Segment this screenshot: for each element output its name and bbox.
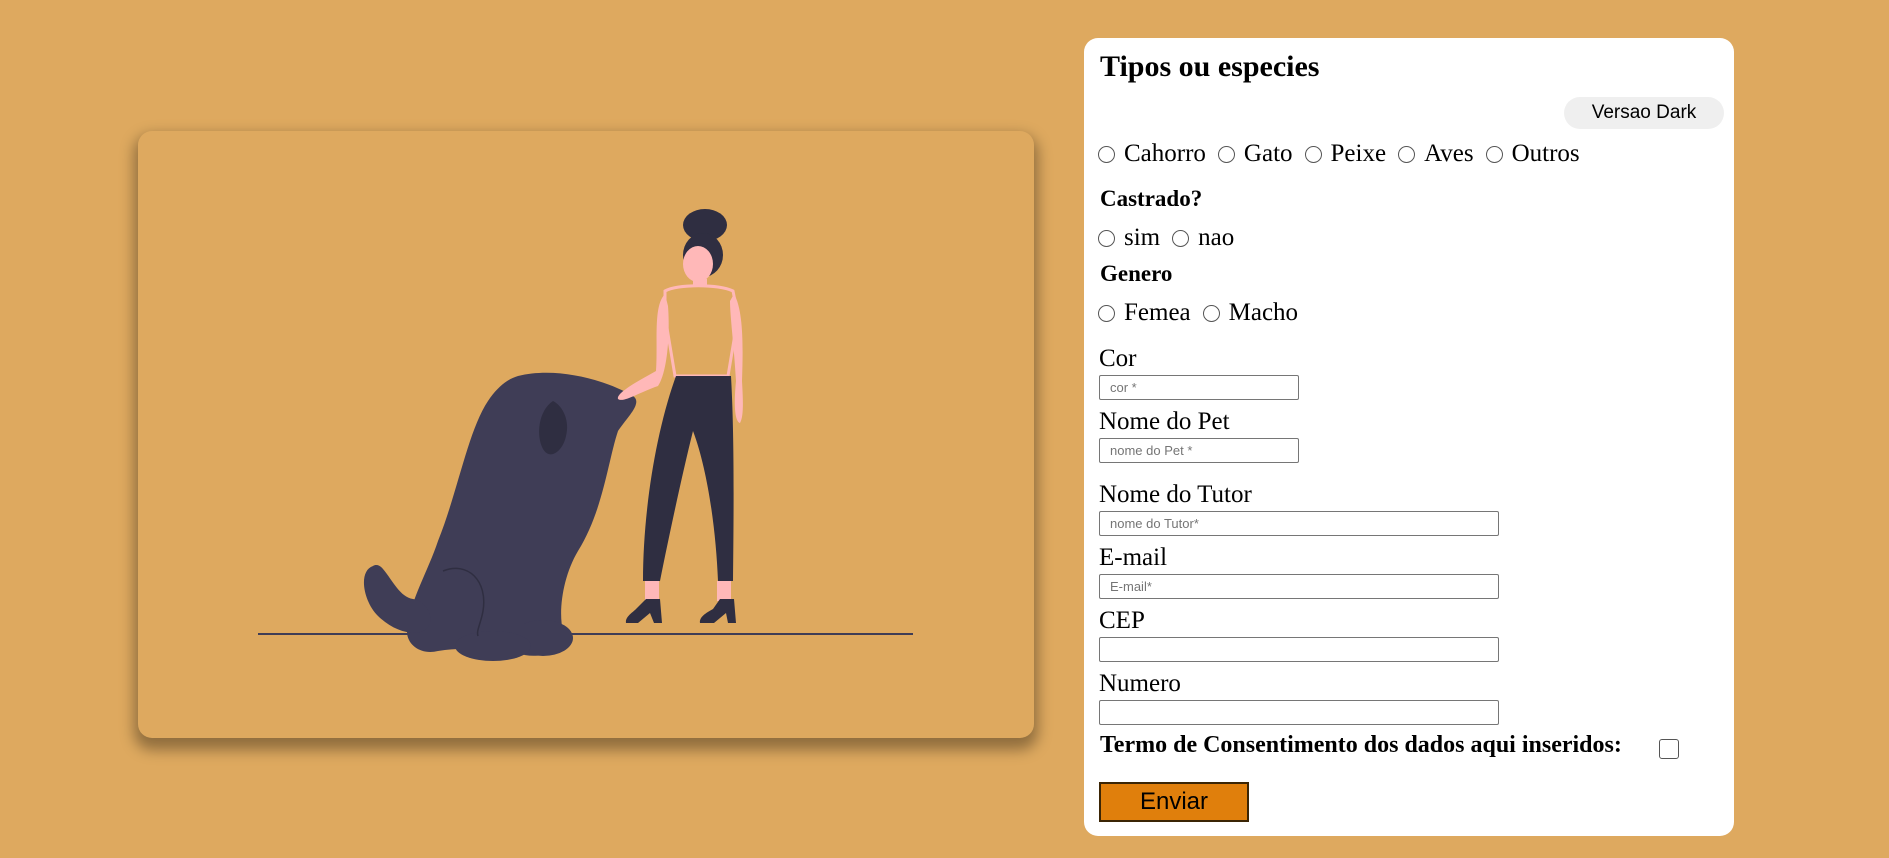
species-option-label: Peixe [1330, 140, 1387, 167]
woman-with-dog-illustration [258, 209, 913, 661]
radio-button[interactable] [1304, 145, 1322, 163]
consent-label: Termo de Consentimento dos dados aqui in… [1100, 732, 1622, 758]
email-label: E-mail [1099, 544, 1168, 571]
gender-radio-group: Femea Macho [1098, 299, 1310, 327]
gender-option-label: Femea [1124, 299, 1191, 326]
species-option-label: Aves [1424, 140, 1474, 167]
radio-button[interactable] [1098, 304, 1115, 322]
species-option-outros[interactable]: Outros [1485, 140, 1580, 168]
gender-option-macho[interactable]: Macho [1202, 299, 1299, 327]
consent-checkbox[interactable] [1659, 739, 1679, 759]
gender-option-label: Macho [1228, 299, 1299, 326]
radio-button[interactable] [1202, 304, 1220, 322]
species-option-cahorro[interactable]: Cahorro [1098, 140, 1206, 168]
species-option-peixe[interactable]: Peixe [1304, 140, 1387, 168]
species-option-aves[interactable]: Aves [1398, 140, 1474, 168]
number-input[interactable] [1099, 700, 1499, 725]
radio-button[interactable] [1485, 145, 1503, 163]
species-option-label: Outros [1511, 140, 1580, 167]
gender-label: Genero [1100, 261, 1173, 286]
illustration-card [138, 131, 1034, 738]
color-label: Cor [1099, 345, 1137, 372]
radio-button[interactable] [1098, 229, 1115, 247]
pet-name-label: Nome do Pet [1099, 408, 1230, 435]
dog-shape [363, 372, 637, 661]
cep-label: CEP [1099, 607, 1145, 634]
neutered-radio-group: sim nao [1098, 224, 1246, 252]
number-label: Numero [1099, 670, 1181, 697]
neutered-label: Castrado? [1100, 186, 1203, 211]
species-option-label: Gato [1243, 140, 1293, 167]
radio-button[interactable] [1398, 145, 1416, 163]
pet-name-input[interactable] [1099, 438, 1299, 463]
dark-mode-button[interactable]: Versao Dark [1564, 97, 1724, 129]
neutered-option-label: sim [1124, 224, 1161, 251]
submit-button[interactable]: Enviar [1099, 782, 1249, 822]
neutered-option-label: nao [1198, 224, 1235, 251]
neutered-option-sim[interactable]: sim [1098, 224, 1160, 252]
radio-button[interactable] [1172, 229, 1190, 247]
species-option-label: Cahorro [1124, 140, 1206, 167]
tutor-name-input[interactable] [1099, 511, 1499, 536]
radio-button[interactable] [1098, 145, 1115, 163]
email-input[interactable] [1099, 574, 1499, 599]
gender-option-femea[interactable]: Femea [1098, 299, 1191, 327]
registration-form-card: Tipos ou especies Versao Dark Cahorro Ga… [1084, 38, 1734, 836]
cep-input[interactable] [1099, 637, 1499, 662]
neutered-option-nao[interactable]: nao [1172, 224, 1234, 252]
radio-button[interactable] [1217, 145, 1235, 163]
species-radio-group: Cahorro Gato Peixe Aves Outros [1098, 140, 1592, 168]
form-title: Tipos ou especies [1100, 50, 1320, 83]
woman-figure [617, 209, 743, 623]
species-option-gato[interactable]: Gato [1217, 140, 1293, 168]
tutor-name-label: Nome do Tutor [1099, 481, 1252, 508]
color-input[interactable] [1099, 375, 1299, 400]
